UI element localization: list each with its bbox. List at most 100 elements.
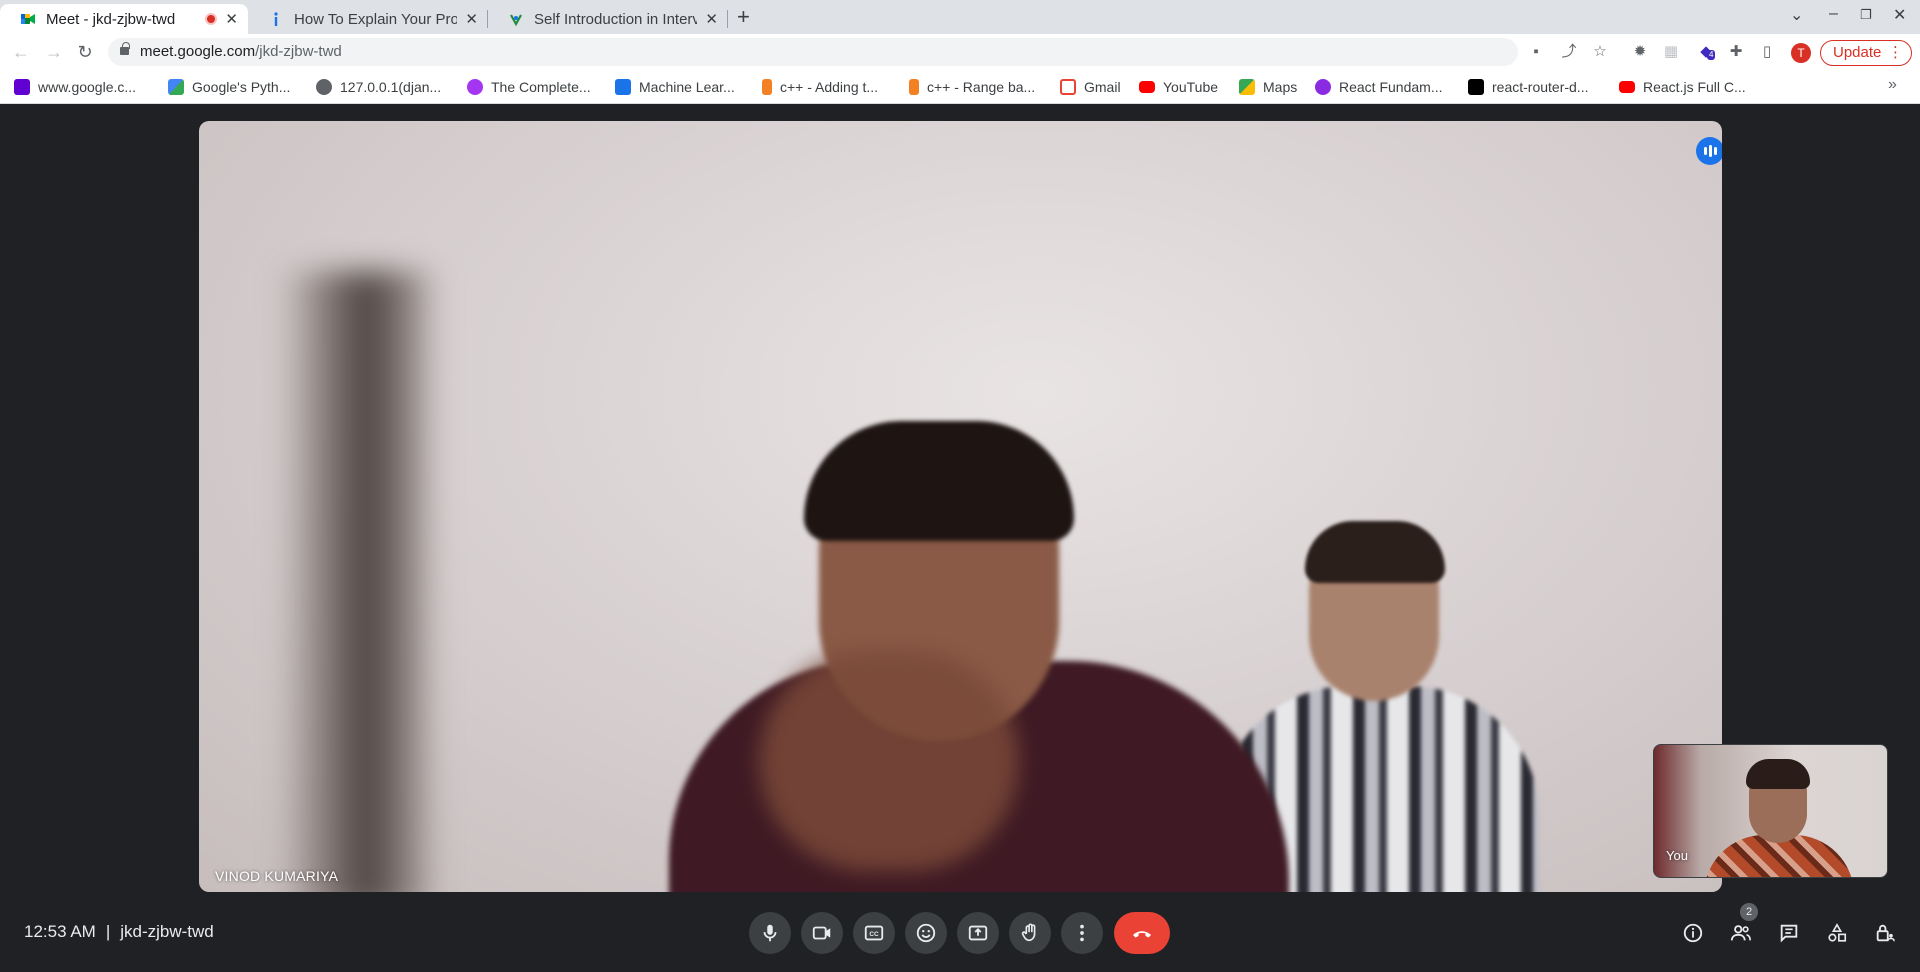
captions-button[interactable]: CC: [853, 912, 895, 954]
meeting-details-button[interactable]: [1680, 920, 1706, 946]
bookmark-item[interactable]: React.js Full C...: [1619, 77, 1746, 97]
self-silhouette: [1746, 759, 1810, 789]
close-window-icon[interactable]: ✕: [1893, 5, 1906, 25]
url-host: meet.google.com: [140, 43, 256, 60]
bookmark-item[interactable]: 127.0.0.1(djan...: [316, 77, 441, 97]
tab-title: Self Introduction in Interv: [534, 10, 698, 28]
bookmark-label: Machine Lear...: [639, 79, 735, 95]
bookmark-label: React.js Full C...: [1643, 79, 1746, 95]
bookmark-label: Gmail: [1084, 79, 1121, 95]
present-screen-button[interactable]: [957, 912, 999, 954]
youtube-icon: [1139, 81, 1155, 93]
bookmark-item[interactable]: Google's Pyth...: [168, 77, 290, 97]
browser-toolbar: ← → ↻ meet.google.com/jkd-zjbw-twd ▪ ⤴ ☆…: [0, 34, 1920, 70]
self-label: You: [1666, 848, 1688, 863]
bookmark-label: c++ - Adding t...: [780, 79, 879, 95]
tab-self-introduction[interactable]: Self Introduction in Interv ✕: [488, 4, 728, 34]
extension-square-icon[interactable]: ▦: [1662, 43, 1680, 61]
bookmark-label: c++ - Range ba...: [927, 79, 1036, 95]
meeting-details: 12:53 AM | jkd-zjbw-twd: [24, 922, 214, 942]
bookmark-label: Maps: [1263, 79, 1298, 95]
divider: |: [105, 922, 111, 941]
bookmark-label: The Complete...: [491, 79, 591, 95]
google-dev-icon: [168, 79, 184, 95]
tab-explain-project[interactable]: How To Explain Your Proj ✕: [248, 4, 488, 34]
participant-name: VINOD KUMARIYA: [215, 868, 339, 884]
share-icon[interactable]: ⤴: [1560, 43, 1578, 61]
bookmark-item[interactable]: Gmail: [1060, 77, 1121, 97]
react-icon: [1315, 79, 1331, 95]
bookmark-item[interactable]: react-router-d...: [1468, 77, 1588, 97]
bookmark-label: react-router-d...: [1492, 79, 1589, 95]
bookmark-star-icon[interactable]: ☆: [1591, 43, 1609, 61]
lock-person-icon: [1876, 924, 1895, 942]
udemy-icon: [467, 79, 483, 95]
raise-hand-icon: [1021, 923, 1036, 942]
activities-icon: [1828, 923, 1847, 942]
camera-in-use-icon[interactable]: ▪: [1527, 43, 1545, 61]
more-bookmarks-icon[interactable]: »: [1888, 76, 1897, 94]
chat-button[interactable]: [1776, 920, 1802, 946]
camera-button[interactable]: [801, 912, 843, 954]
yahoo-icon: [14, 79, 30, 95]
bookmark-item[interactable]: React Fundam...: [1315, 77, 1443, 97]
bookmark-item[interactable]: Machine Lear...: [615, 77, 735, 97]
chat-icon: [1780, 924, 1798, 943]
participant-count-badge: 2: [1740, 903, 1758, 921]
extension-bug-icon[interactable]: ✹: [1631, 43, 1649, 61]
side-panel-icon[interactable]: ▯: [1758, 43, 1776, 61]
bookmark-item[interactable]: c++ - Adding t...: [762, 77, 878, 97]
raise-hand-button[interactable]: [1009, 912, 1051, 954]
page-icon: [510, 14, 522, 27]
tab-search-icon[interactable]: ⌄: [1790, 5, 1803, 25]
back-button[interactable]: ←: [10, 41, 32, 63]
extensions-puzzle-icon[interactable]: ✚: [1727, 43, 1745, 61]
people-button[interactable]: [1728, 920, 1754, 946]
minimize-icon[interactable]: –: [1829, 5, 1838, 23]
google-meet-icon: [21, 14, 35, 24]
microphone-button[interactable]: [749, 912, 791, 954]
bookmark-label: Google's Pyth...: [192, 79, 291, 95]
bookmark-item[interactable]: Maps: [1239, 77, 1297, 97]
youtube-icon: [1619, 81, 1635, 93]
close-tab-icon[interactable]: ✕: [465, 10, 478, 28]
bookmark-item[interactable]: c++ - Range ba...: [909, 77, 1035, 97]
participant-silhouette: [804, 421, 1074, 541]
new-tab-button[interactable]: +: [737, 4, 750, 30]
bookmark-item[interactable]: The Complete...: [467, 77, 591, 97]
participant-silhouette: [1305, 521, 1445, 583]
self-view-tile[interactable]: You: [1653, 744, 1888, 878]
meeting-code: jkd-zjbw-twd: [120, 922, 214, 941]
close-tab-icon[interactable]: ✕: [705, 10, 718, 28]
more-vert-icon: ⋮: [1888, 44, 1903, 61]
bookmark-item[interactable]: www.google.c...: [14, 77, 136, 97]
host-controls-button[interactable]: [1872, 920, 1898, 946]
activities-button[interactable]: [1824, 920, 1850, 946]
video-camera-icon: [812, 926, 831, 940]
reload-button[interactable]: ↻: [74, 41, 96, 63]
tab-meet[interactable]: Meet - jkd-zjbw-twd ✕: [0, 4, 248, 34]
tab-strip: Meet - jkd-zjbw-twd ✕ How To Explain You…: [0, 0, 1920, 34]
extension-badge-icon[interactable]: ◆ 4: [1697, 43, 1716, 61]
forward-button[interactable]: →: [43, 41, 65, 63]
speaking-indicator-icon: [1696, 137, 1722, 165]
stackoverflow-icon: [762, 79, 772, 95]
address-bar[interactable]: meet.google.com/jkd-zjbw-twd: [108, 38, 1518, 66]
update-button[interactable]: Update ⋮: [1820, 40, 1912, 66]
update-label: Update: [1833, 44, 1882, 61]
main-video-tile[interactable]: VINOD KUMARIYA: [199, 121, 1722, 892]
recording-indicator-icon: [205, 13, 218, 25]
bookmark-item[interactable]: YouTube: [1139, 77, 1218, 97]
leave-call-button[interactable]: [1114, 912, 1170, 954]
profile-avatar[interactable]: T: [1791, 43, 1811, 63]
reactions-button[interactable]: [905, 912, 947, 954]
close-tab-icon[interactable]: ✕: [225, 10, 238, 28]
bookmark-label: www.google.c...: [38, 79, 137, 95]
maps-icon: [1239, 79, 1255, 95]
js-icon: [615, 79, 631, 95]
microphone-icon: [763, 924, 777, 942]
more-options-button[interactable]: [1061, 912, 1103, 954]
background-object: [279, 271, 439, 892]
restore-icon[interactable]: ❐: [1860, 7, 1872, 23]
stackoverflow-icon: [909, 79, 919, 95]
